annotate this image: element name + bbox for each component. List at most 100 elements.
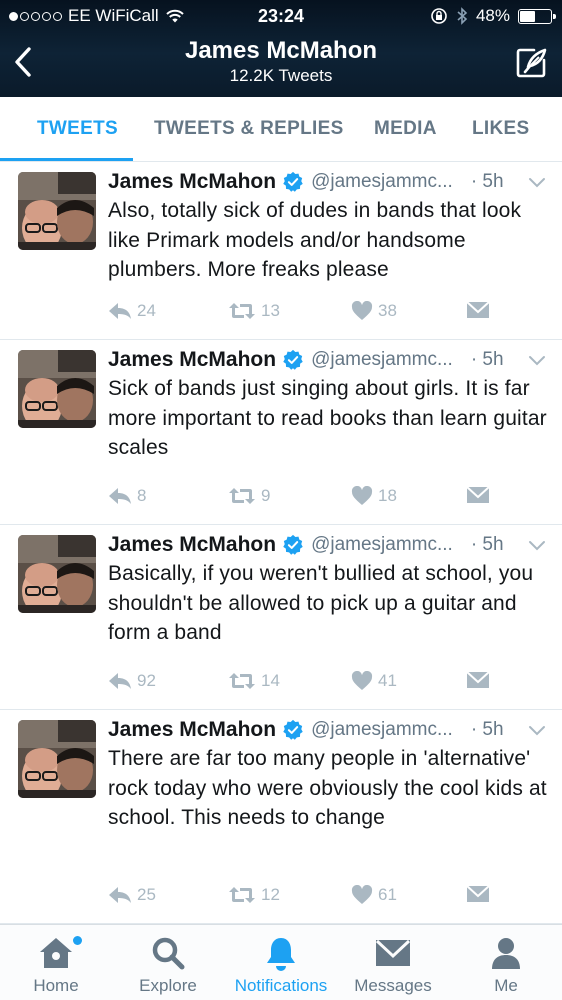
- tweet-count: 12.2K Tweets: [229, 66, 333, 85]
- tab-likes[interactable]: LIKES: [472, 97, 529, 162]
- heart-icon: [351, 486, 373, 505]
- battery-percent: 48%: [475, 6, 510, 25]
- tweet-time: · 5h: [470, 534, 504, 555]
- tweet-author-name[interactable]: James McMahon: [108, 348, 276, 372]
- status-right: 48%: [430, 6, 556, 26]
- battery-icon: [518, 8, 556, 24]
- retweet-count: 9: [261, 486, 271, 505]
- heart-icon: [351, 301, 373, 320]
- envelope-icon: [337, 936, 449, 972]
- like-button[interactable]: 38: [351, 301, 397, 321]
- tweet-body: James McMahon @jamesjammc... · 5h Also, …: [108, 168, 550, 285]
- envelope-icon: [466, 885, 490, 902]
- tweet[interactable]: James McMahon @jamesjammc... · 5h There …: [0, 710, 562, 924]
- tweet-text: Basically, if you weren't bullied at sch…: [108, 562, 534, 644]
- envelope-icon: [466, 301, 490, 318]
- tweet-header: James McMahon @jamesjammc... · 5h: [108, 716, 550, 744]
- nav-me[interactable]: Me: [450, 925, 562, 1000]
- direct-message-button[interactable]: [466, 671, 490, 689]
- chevron-down-icon[interactable]: [528, 177, 546, 189]
- reply-button[interactable]: 24: [108, 301, 156, 321]
- avatar[interactable]: [18, 720, 96, 798]
- heart-icon: [351, 885, 373, 904]
- tweet[interactable]: James McMahon @jamesjammc... · 5h Basica…: [0, 525, 562, 710]
- retweet-count: 12: [261, 885, 280, 904]
- chevron-down-icon[interactable]: [528, 355, 546, 367]
- nav-home-label: Home: [33, 976, 79, 995]
- like-count: 41: [378, 671, 397, 690]
- reply-icon: [109, 303, 131, 319]
- nav-home[interactable]: Home: [0, 925, 112, 1000]
- verified-badge-icon: [283, 719, 303, 740]
- retweet-button[interactable]: 13: [228, 301, 280, 321]
- search-icon: [112, 936, 224, 972]
- tweet[interactable]: James McMahon @jamesjammc... · 5h Sick o…: [0, 340, 562, 525]
- tweet-actions: 8 9 18: [108, 486, 548, 508]
- tweet-handle: @jamesjammc...: [311, 719, 453, 740]
- retweet-icon: [229, 488, 255, 504]
- tweet-time: · 5h: [470, 719, 504, 740]
- profile-title: James McMahon 12.2K Tweets: [0, 37, 562, 86]
- tab-tweets[interactable]: TWEETS: [37, 97, 118, 162]
- retweet-button[interactable]: 12: [228, 885, 280, 905]
- compose-icon: [516, 48, 547, 78]
- person-icon: [450, 936, 562, 972]
- tweet-text: Also, totally sick of dudes in bands tha…: [108, 199, 522, 281]
- like-button[interactable]: 61: [351, 885, 397, 905]
- direct-message-button[interactable]: [466, 301, 490, 319]
- active-tab-indicator: [0, 158, 133, 161]
- nav-explore[interactable]: Explore: [112, 925, 224, 1000]
- like-button[interactable]: 18: [351, 486, 397, 506]
- avatar[interactable]: [18, 350, 96, 428]
- tweet-header: James McMahon @jamesjammc... · 5h: [108, 346, 550, 374]
- retweet-count: 13: [261, 301, 280, 320]
- reply-button[interactable]: 92: [108, 671, 156, 691]
- bluetooth-icon: [457, 7, 468, 25]
- bottom-navigation: Home Explore Notifications Messages Me: [0, 924, 562, 1000]
- retweet-icon: [229, 303, 255, 319]
- envelope-icon: [466, 486, 490, 503]
- orientation-lock-icon: [431, 8, 447, 24]
- direct-message-button[interactable]: [466, 885, 490, 903]
- nav-notifications[interactable]: Notifications: [225, 925, 337, 1000]
- direct-message-button[interactable]: [466, 486, 490, 504]
- avatar[interactable]: [18, 535, 96, 613]
- like-count: 18: [378, 486, 397, 505]
- tweet[interactable]: James McMahon @jamesjammc... · 5h Also, …: [0, 162, 562, 340]
- tab-media[interactable]: MEDIA: [374, 97, 437, 162]
- status-bar: EE WiFiCall 23:24 48%: [0, 0, 562, 34]
- reply-count: 24: [137, 301, 156, 320]
- heart-icon: [351, 671, 373, 690]
- tweet-body: James McMahon @jamesjammc... · 5h Sick o…: [108, 346, 550, 463]
- retweet-button[interactable]: 14: [228, 671, 280, 691]
- reply-button[interactable]: 25: [108, 885, 156, 905]
- carrier-label: EE WiFiCall: [68, 6, 159, 25]
- nav-messages[interactable]: Messages: [337, 925, 449, 1000]
- tab-tweets-and-replies[interactable]: TWEETS & REPLIES: [154, 97, 344, 162]
- retweet-count: 14: [261, 671, 280, 690]
- profile-tabs: TWEETS TWEETS & REPLIES MEDIA LIKES: [0, 97, 562, 162]
- tweet-feed: James McMahon @jamesjammc... · 5h Also, …: [0, 162, 562, 924]
- tweet-body: James McMahon @jamesjammc... · 5h There …: [108, 716, 550, 833]
- retweet-button[interactable]: 9: [228, 486, 270, 506]
- chevron-down-icon[interactable]: [528, 540, 546, 552]
- tweet-body: James McMahon @jamesjammc... · 5h Basica…: [108, 531, 550, 648]
- compose-button[interactable]: [514, 46, 548, 80]
- battery-level-fill: [520, 10, 536, 22]
- tweet-actions: 92 14 41: [108, 671, 548, 693]
- like-button[interactable]: 41: [351, 671, 397, 691]
- reply-icon: [109, 887, 131, 903]
- tweet-text: There are far too many people in 'altern…: [108, 747, 547, 829]
- tweet-author-name[interactable]: James McMahon: [108, 718, 276, 742]
- tweet-actions: 24 13 38: [108, 301, 548, 323]
- chevron-down-icon[interactable]: [528, 725, 546, 737]
- nav-messages-label: Messages: [354, 976, 432, 995]
- reply-button[interactable]: 8: [108, 486, 146, 506]
- home-icon: [0, 936, 112, 972]
- tweet-author-name[interactable]: James McMahon: [108, 533, 276, 557]
- tweet-author-name[interactable]: James McMahon: [108, 170, 276, 194]
- nav-notifications-label: Notifications: [234, 976, 328, 995]
- reply-count: 8: [137, 486, 147, 505]
- avatar[interactable]: [18, 172, 96, 250]
- retweet-icon: [229, 673, 255, 689]
